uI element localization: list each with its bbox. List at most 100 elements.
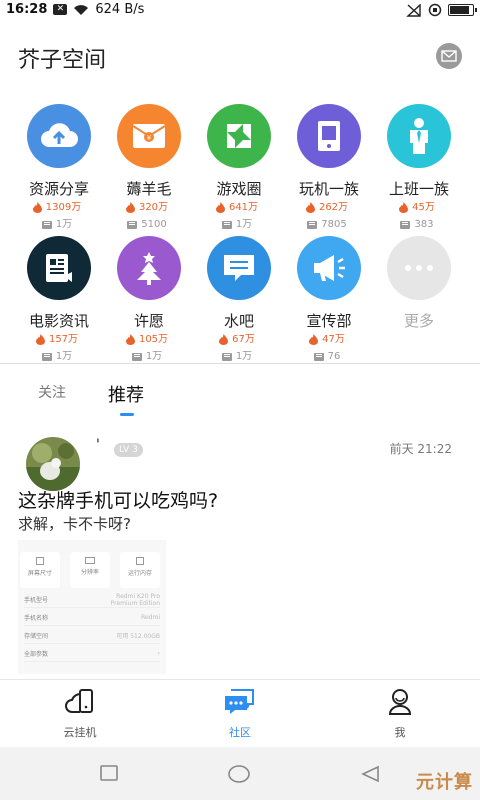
- category-posts: 383: [370, 216, 464, 233]
- category-coupons[interactable]: ¥ 薅羊毛 320万 5100: [104, 104, 194, 233]
- comment-icon: [221, 352, 232, 361]
- status-right: [406, 3, 477, 17]
- chevron-right-icon: ›: [157, 650, 160, 657]
- spec-row: 手机型号 Redmi K20 Pro Premium Edition: [24, 592, 160, 608]
- post-title[interactable]: 这杂牌手机可以吃鸡吗?: [18, 486, 218, 513]
- nav-cloud-phone[interactable]: 云挂机: [40, 688, 120, 740]
- spec-label: 手机名称: [24, 615, 49, 622]
- category-label: 电影资讯: [28, 312, 89, 330]
- category-hot-count: 320万: [138, 202, 169, 213]
- category-resource-share[interactable]: 资源分享 1309万 1万: [14, 104, 104, 233]
- spec-value: 可用 512.00GB: [116, 633, 160, 640]
- tab-indicator: [120, 413, 134, 416]
- category-hot-count: 105万: [138, 334, 169, 345]
- category-hot-count: 641万: [228, 202, 259, 213]
- category-label: 资源分享: [28, 180, 89, 198]
- category-hot: 641万: [190, 199, 284, 216]
- category-hot: 262万: [280, 199, 374, 216]
- flame-icon: [215, 202, 225, 213]
- cloud-upload-icon: [27, 104, 91, 168]
- square-icon: [100, 765, 118, 781]
- post-image[interactable]: 屏幕尺寸 分辨率 运行内存 手机型号 Redmi K20 Pro Premium …: [18, 540, 166, 674]
- comment-icon: [400, 220, 411, 229]
- office-worker-icon: [387, 104, 451, 168]
- nav-community[interactable]: 社区: [200, 688, 280, 740]
- category-hot: 105万: [100, 331, 194, 348]
- comment-icon: [313, 352, 324, 361]
- category-hot: 45万: [370, 199, 464, 216]
- category-hot-count: 157万: [48, 334, 79, 345]
- category-post-count: 5100: [141, 219, 167, 230]
- comment-icon: [221, 220, 232, 229]
- category-phone-geeks[interactable]: 玩机一族 262万 7805: [284, 104, 374, 233]
- category-hot-count: 47万: [322, 334, 345, 345]
- category-posts: 1万: [10, 216, 104, 233]
- message-icon: [207, 236, 271, 300]
- post-body[interactable]: 求解，卡不卡呀?: [18, 513, 131, 534]
- flame-icon: [399, 202, 409, 213]
- status-bar: 16:28 ✕ 624 B/s: [0, 0, 480, 22]
- phone-icon: [297, 104, 361, 168]
- tree-icon: [117, 236, 181, 300]
- back-button[interactable]: [360, 765, 380, 787]
- spec-box: 分辨率: [70, 552, 110, 588]
- post-username[interactable]: ': [96, 437, 100, 453]
- nav-me[interactable]: 我: [360, 688, 440, 740]
- category-office-workers[interactable]: 上班一族 45万 383: [374, 104, 464, 233]
- category-label: 宣传部: [306, 312, 352, 330]
- tab-recommended[interactable]: 推荐: [108, 381, 144, 407]
- notification-x-icon: ✕: [53, 4, 68, 15]
- flame-icon: [309, 334, 319, 345]
- community-chat-icon: [225, 689, 254, 714]
- cloud-phone-icon: [65, 689, 93, 713]
- nav-label: 我: [394, 726, 406, 739]
- spec-value: Redmi K20 Pro Premium Edition: [110, 592, 160, 607]
- comment-icon: [131, 352, 142, 361]
- category-label: 薅羊毛: [126, 180, 172, 198]
- avatar[interactable]: [26, 437, 80, 491]
- category-hot-count: 1309万: [45, 202, 82, 213]
- category-hot: 157万: [10, 331, 104, 348]
- category-more[interactable]: 更多: [374, 236, 464, 331]
- spec-row: 存储空间 可用 512.00GB: [24, 628, 160, 644]
- level-value: 3: [132, 445, 138, 455]
- category-post-count: 1万: [55, 219, 73, 230]
- wifi-icon: [74, 4, 89, 15]
- spec-label: 全部参数: [24, 651, 49, 658]
- flame-icon: [305, 202, 315, 213]
- level-prefix: LV: [119, 445, 130, 455]
- network-speed: 624 B/s: [95, 2, 145, 17]
- memory-icon: [136, 557, 144, 565]
- category-label: 上班一族: [388, 180, 449, 198]
- category-post-count: 383: [414, 219, 434, 230]
- category-hot: 47万: [280, 331, 374, 348]
- flame-icon: [125, 334, 135, 345]
- flame-icon: [32, 202, 42, 213]
- watermark: 元计算: [416, 772, 473, 793]
- spec-box-label: 运行内存: [127, 570, 152, 577]
- category-posts: 1万: [190, 216, 284, 233]
- spec-row: 全部参数 ›: [24, 646, 160, 662]
- spec-value: Redmi: [141, 614, 160, 621]
- recent-apps-button[interactable]: [100, 765, 118, 785]
- category-hot-count: 67万: [232, 334, 255, 345]
- category-water-bar[interactable]: 水吧 67万 1万: [194, 236, 284, 365]
- category-label: 游戏圈: [216, 180, 262, 198]
- category-wishes[interactable]: 许愿 105万 1万: [104, 236, 194, 365]
- circle-icon: [228, 765, 250, 783]
- home-button[interactable]: [228, 765, 250, 787]
- film-icon: [27, 236, 91, 300]
- category-posts: 7805: [280, 216, 374, 233]
- category-label: 玩机一族: [298, 180, 359, 198]
- category-movie-news[interactable]: 电影资讯 157万 1万: [14, 236, 104, 365]
- spec-box: 运行内存: [120, 552, 160, 588]
- back-triangle-icon: [361, 765, 379, 783]
- category-hot: 67万: [190, 331, 284, 348]
- status-left: 16:28 ✕ 624 B/s: [6, 2, 144, 17]
- mail-button[interactable]: [436, 43, 462, 69]
- category-post-count: 1万: [235, 219, 253, 230]
- category-publicity[interactable]: 宣传部 47万 76: [284, 236, 374, 365]
- spec-label: 存储空间: [24, 633, 49, 640]
- category-games[interactable]: 游戏圈 641万 1万: [194, 104, 284, 233]
- tab-following[interactable]: 关注: [38, 382, 66, 402]
